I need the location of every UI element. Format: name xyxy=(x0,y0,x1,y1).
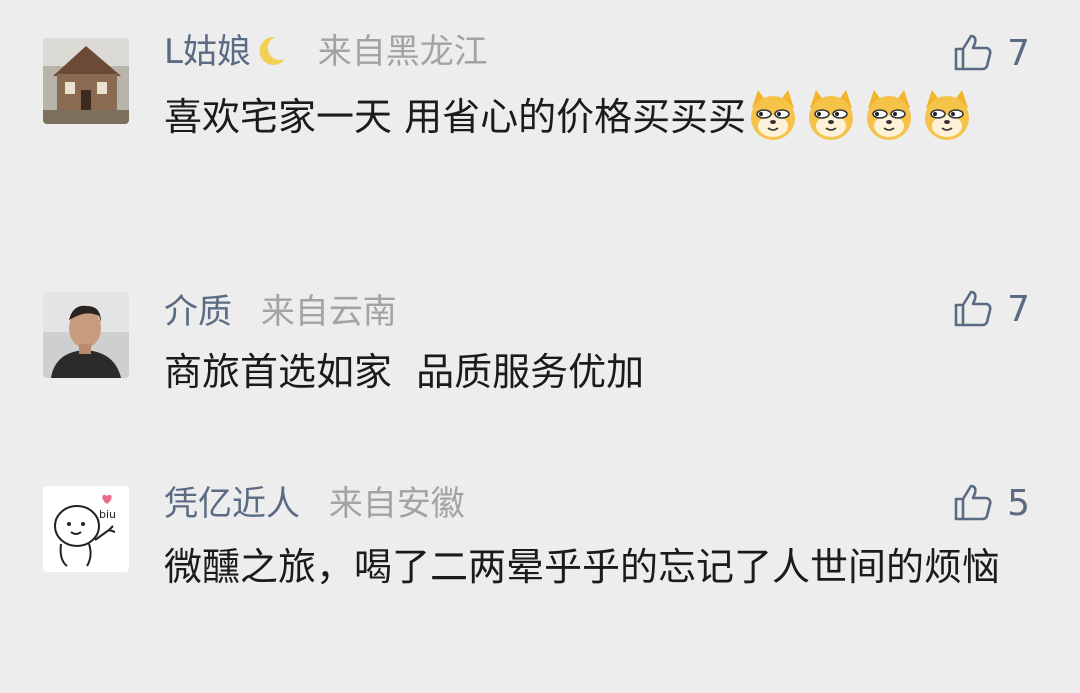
like-button[interactable]: 7 xyxy=(953,32,1030,76)
like-count: 7 xyxy=(1007,33,1030,74)
doge-icon xyxy=(746,88,800,142)
thumbs-up-icon xyxy=(953,482,993,526)
username[interactable]: 凭亿近人 xyxy=(164,484,300,524)
comment-text: 微醺之旅，喝了二两晕乎乎的忘记了人世间的烦恼 xyxy=(164,545,1001,589)
comment-text: 喜欢宅家一天 用省心的价格买买买 xyxy=(164,95,747,139)
like-count: 5 xyxy=(1007,483,1030,524)
username[interactable]: L姑娘 xyxy=(164,32,251,72)
location-label: 来自黑龙江 xyxy=(317,32,488,72)
doodle-biu-avatar[interactable]: biu xyxy=(43,486,129,572)
username[interactable]: 介质 xyxy=(164,292,232,332)
doge-icon xyxy=(862,88,916,142)
doge-icon xyxy=(920,88,974,142)
avatar-text: biu xyxy=(99,508,116,521)
like-button[interactable]: 7 xyxy=(953,288,1030,332)
location-label: 来自云南 xyxy=(260,292,397,332)
cabin-photo-avatar[interactable] xyxy=(43,38,129,124)
like-button[interactable]: 5 xyxy=(953,482,1030,526)
location-label: 来自安徽 xyxy=(328,484,465,524)
doge-icon xyxy=(804,88,858,142)
thumbs-up-icon xyxy=(953,32,993,76)
crescent-moon-icon xyxy=(253,33,289,78)
like-count: 7 xyxy=(1007,289,1030,330)
man-photo-avatar[interactable] xyxy=(43,292,129,378)
comment-text: 商旅首选如家 品质服务优加 xyxy=(164,350,645,394)
thumbs-up-icon xyxy=(953,288,993,332)
